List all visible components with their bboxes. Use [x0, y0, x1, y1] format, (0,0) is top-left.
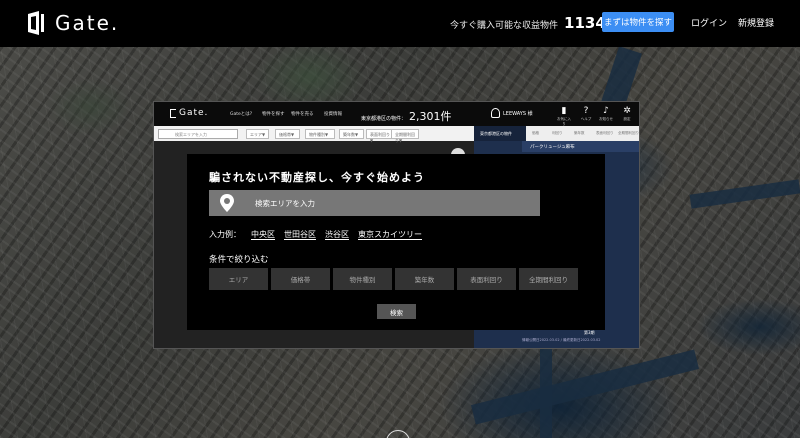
preview-select-surface-yield: 表面利回り▼ — [366, 129, 394, 143]
filter-property-type-button[interactable]: 物件種別 — [333, 268, 392, 290]
preview-count-value: 2,301件 — [409, 110, 452, 123]
filter-total-yield-button[interactable]: 全期間利回り — [519, 268, 578, 290]
preview-header: Gate. Gateとは? 物件を探す 物件を売る 投資情報 東京都港区の物件：… — [154, 102, 639, 126]
preview-result-header: 東京都港区の物件 価格 利回り 築年数 表面利回り 全期間利回り — [474, 126, 639, 141]
find-property-button[interactable]: まずは物件を探す — [602, 12, 674, 32]
examples-label: 入力例： — [209, 230, 241, 239]
preview-user: LEEWAYS 様 — [491, 108, 533, 118]
filter-building-age-button[interactable]: 築年数 — [395, 268, 454, 290]
preview-col: 利回り — [552, 131, 563, 135]
preview-icon-label: お知らせ — [599, 117, 613, 121]
preview-select-total-yield: 全期間利回り▼ — [391, 129, 419, 143]
user-icon — [491, 108, 500, 118]
signup-link[interactable]: 新規登録 — [738, 16, 774, 29]
preview-select-type: 物件種別▼ — [305, 129, 335, 139]
preview-logo: Gate. — [170, 108, 208, 118]
preview-result-footer: 情報公開日2022.03.02 / 最終更新日2022.03.02 — [522, 338, 601, 342]
preview-nav-about: Gateとは? — [230, 112, 253, 117]
preview-property-title: パークリュージュ麻布 — [522, 141, 639, 152]
preview-icon-label: ヘルプ — [580, 117, 592, 121]
preview-icon-label: 設定 — [623, 117, 631, 121]
preview-nav-search: 物件を探す — [262, 112, 285, 117]
area-search-input[interactable]: 検索エリアを入力 — [209, 190, 540, 216]
bookmark-icon: ▮ お気に入り — [557, 106, 571, 126]
preview-col: 表面利回り — [596, 131, 614, 135]
preview-col: 全期間利回り — [618, 131, 639, 135]
preview-search-input: 検索エリアを入力 — [158, 129, 238, 139]
gate-logo-icon — [28, 11, 44, 35]
preview-nav-sell: 物件を売る — [291, 112, 314, 117]
bell-icon: ♪ お知らせ — [599, 106, 613, 121]
input-examples: 入力例： 中央区 世田谷区 渋谷区 東京スカイツリー — [209, 229, 431, 240]
preview-col: 築年数 — [574, 131, 585, 135]
stock-counter: 今すぐ購入可能な収益物件 1134 件 — [450, 14, 618, 32]
preview-filter-bar: 検索エリアを入力 エリア▼ 価格帯▼ 物件種別▼ 築年数▼ 表面利回り▼ 全期間… — [154, 126, 474, 143]
stock-label: 今すぐ購入可能な収益物件 — [450, 21, 559, 31]
filter-buttons: エリア 価格帯 物件種別 築年数 表面利回り 全期間利回り — [209, 268, 581, 290]
gate-logo-icon — [170, 108, 176, 118]
top-navigation-bar: Gate. 今すぐ購入可能な収益物件 1134 件 まずは物件を探す ログイン … — [0, 0, 800, 47]
preview-col: 価格 — [532, 131, 539, 135]
filter-surface-yield-button[interactable]: 表面利回り — [457, 268, 516, 290]
example-skytree-link[interactable]: 東京スカイツリー — [358, 229, 422, 240]
preview-user-name: LEEWAYS 様 — [503, 110, 533, 117]
example-shibuya-link[interactable]: 渋谷区 — [325, 229, 349, 240]
preview-property-count: 東京都港区の物件： 2,301件 — [361, 108, 452, 124]
example-setagaya-link[interactable]: 世田谷区 — [284, 229, 316, 240]
item-phase: 第3期 — [584, 330, 595, 335]
preview-nav-info: 投資情報 — [324, 112, 342, 117]
filter-price-button[interactable]: 価格帯 — [271, 268, 330, 290]
preview-count-label: 東京都港区の物件： — [361, 116, 407, 122]
site-logo[interactable]: Gate. — [26, 10, 119, 36]
location-pin-icon — [220, 194, 234, 212]
search-modal: 騙されない不動産探し、今すぐ始めよう 検索エリアを入力 入力例： 中央区 世田谷… — [187, 154, 605, 330]
preview-logo-text: Gate. — [179, 108, 209, 118]
search-submit-button[interactable]: 検索 — [377, 304, 416, 319]
help-icon: ? ヘルプ — [578, 106, 594, 122]
preview-select-price: 価格帯▼ — [275, 129, 300, 139]
preview-result-tab: 東京都港区の物件 — [474, 126, 526, 141]
gear-icon: ✲ 設定 — [619, 106, 635, 122]
logo-text: Gate. — [55, 11, 120, 35]
preview-select-age: 築年数▼ — [339, 129, 364, 139]
login-link[interactable]: ログイン — [691, 16, 727, 29]
stock-count: 1134 — [564, 14, 606, 32]
preview-select-area: エリア▼ — [246, 129, 269, 139]
modal-title: 騙されない不動産探し、今すぐ始めよう — [209, 171, 425, 184]
example-chuo-link[interactable]: 中央区 — [251, 229, 275, 240]
search-placeholder: 検索エリアを入力 — [255, 199, 315, 208]
filter-area-button[interactable]: エリア — [209, 268, 268, 290]
narrow-down-heading: 条件で絞り込む — [209, 255, 269, 265]
